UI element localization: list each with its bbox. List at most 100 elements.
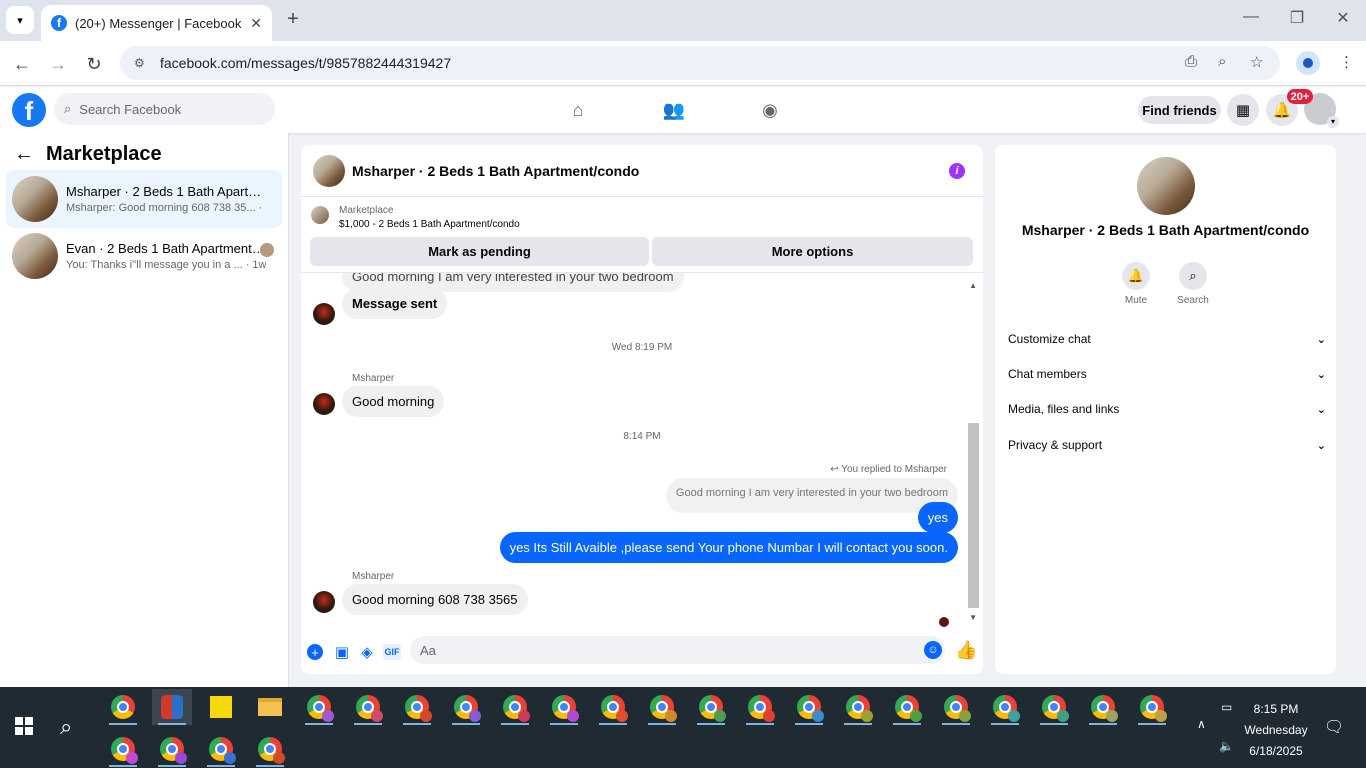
taskbar-chrome-profile-icon[interactable] — [936, 689, 976, 725]
sender-name: Msharper — [352, 571, 395, 582]
conversation-item[interactable]: Evan · 2 Beds 1 Bath Apartment/... You: … — [6, 227, 282, 285]
marketplace-label: Marketplace — [339, 205, 394, 216]
taskbar-chrome-profile-icon[interactable] — [152, 731, 192, 767]
taskbar-clock[interactable]: 8:15 PM Wednesday 6/18/2025 — [1236, 699, 1316, 762]
taskbar-file-explorer-icon[interactable] — [250, 689, 290, 725]
scroll-up-arrow-icon[interactable]: ▲ — [969, 281, 977, 290]
taskbar-chrome-profile-icon[interactable] — [299, 689, 339, 725]
sender-name: Msharper — [352, 373, 395, 384]
quoted-message[interactable]: Good morning I am very interested in you… — [665, 478, 958, 513]
message-thread: Good morning I am very interested in you… — [301, 273, 983, 629]
close-window-icon[interactable]: ✕ — [1320, 8, 1366, 28]
timestamp: 8:14 PM — [623, 431, 661, 442]
back-icon[interactable]: ← — [9, 51, 35, 77]
message-input[interactable]: Aa — [410, 636, 945, 664]
taskbar-chrome-profile-icon[interactable] — [740, 689, 780, 725]
taskbar-chrome-profile-icon[interactable] — [1034, 689, 1074, 725]
new-tab-icon[interactable]: + — [282, 8, 304, 30]
section-label: Media, files and links — [1008, 402, 1120, 416]
taskbar-chrome-profile-icon[interactable] — [789, 689, 829, 725]
listing-thumbnail — [12, 233, 58, 279]
address-bar[interactable]: ⚙ facebook.com/messages/t/98578824443194… — [120, 46, 1280, 80]
scrollbar-thumb[interactable] — [968, 423, 979, 608]
taskbar-chrome-profile-icon[interactable] — [544, 689, 584, 725]
home-icon[interactable]: ⌂ — [566, 98, 590, 122]
install-app-icon[interactable]: ⎙ — [1185, 53, 1197, 70]
taskbar-sticky-notes-icon[interactable] — [201, 689, 241, 725]
back-arrow-icon[interactable]: ← — [14, 143, 34, 166]
friends-icon[interactable]: 👥 — [662, 98, 686, 122]
taskbar-chrome-profile-icon[interactable] — [250, 731, 290, 767]
windows-taskbar: ⌕ ∧ ▭ 🔈 8:15 PM Wednesday 6/18/2025 🗨 — [0, 687, 1366, 768]
taskbar-chrome-profile-icon[interactable] — [985, 689, 1025, 725]
add-plus-icon[interactable]: + — [307, 644, 323, 660]
network-icon[interactable]: ▭ — [1221, 700, 1232, 714]
tab-search-chevron-icon[interactable]: ▾ — [6, 6, 34, 34]
restore-icon[interactable]: ❐ — [1274, 8, 1320, 28]
taskbar-chrome-profile-icon[interactable] — [593, 689, 633, 725]
browser-profile-icon[interactable] — [1296, 51, 1320, 75]
taskbar-chrome-profile-icon[interactable] — [495, 689, 535, 725]
search-conversation-button[interactable]: ⌕ Search — [1173, 262, 1213, 306]
search-icon: ⌕ — [1179, 262, 1207, 290]
sticker-icon[interactable]: ◈ — [359, 644, 375, 661]
groups-icon[interactable]: ◉ — [758, 98, 782, 122]
listing-photo[interactable] — [1137, 157, 1195, 215]
taskbar-chrome-profile-icon[interactable] — [348, 689, 388, 725]
menu-grid-icon[interactable]: ▦ — [1227, 94, 1259, 126]
minimize-icon[interactable]: — — [1228, 8, 1274, 26]
taskbar-chrome-profile-icon[interactable] — [691, 689, 731, 725]
listing-price-title[interactable]: $1,000 - 2 Beds 1 Bath Apartment/condo — [339, 219, 520, 230]
conversation-item[interactable]: Msharper · 2 Beds 1 Bath Apartme... Msha… — [6, 170, 282, 228]
scroll-down-arrow-icon[interactable]: ▼ — [969, 613, 977, 622]
taskbar-chrome-profile-icon[interactable] — [397, 689, 437, 725]
taskbar-chrome-profile-icon[interactable] — [838, 689, 878, 725]
taskbar-chrome-profile-icon[interactable] — [887, 689, 927, 725]
taskbar-chrome-icon[interactable] — [103, 689, 143, 725]
taskbar-chrome-profile-icon[interactable] — [446, 689, 486, 725]
details-title: Msharper · 2 Beds 1 Bath Apartment/condo — [1021, 222, 1310, 238]
notification-center-icon[interactable]: 🗨 — [1324, 717, 1344, 737]
taskbar-snipping-tool-icon[interactable] — [152, 689, 192, 725]
conversation-snippet: Msharper: Good morning 608 738 35... · 1… — [66, 202, 266, 214]
mute-button[interactable]: 🔔 Mute — [1116, 262, 1156, 306]
reply-indicator: ↩ You replied to Msharper — [830, 464, 947, 475]
taskbar-chrome-profile-icon[interactable] — [642, 689, 682, 725]
more-options-button[interactable]: More options — [652, 237, 973, 266]
chat-title[interactable]: Msharper · 2 Beds 1 Bath Apartment/condo — [352, 163, 639, 179]
browser-menu-icon[interactable]: ⋮ — [1339, 53, 1354, 71]
taskbar-chrome-profile-icon[interactable] — [1083, 689, 1123, 725]
facebook-logo-icon[interactable]: f — [12, 93, 46, 127]
facebook-search-input[interactable]: ⌕ Search Facebook — [54, 93, 275, 125]
emoji-icon[interactable]: ☺ — [924, 641, 942, 659]
windows-start-icon[interactable] — [15, 717, 33, 735]
taskbar-chrome-profile-icon[interactable] — [103, 731, 143, 767]
zoom-icon[interactable]: ⌕ — [1218, 53, 1226, 70]
chat-thumbnail[interactable] — [313, 154, 345, 187]
conversation-info-icon[interactable]: i — [949, 163, 965, 179]
forward-icon[interactable]: → — [45, 51, 71, 77]
thumbs-up-like-icon[interactable]: 👍 — [955, 640, 977, 661]
reply-label: You replied to Msharper — [841, 464, 947, 475]
find-friends-button[interactable]: Find friends — [1138, 96, 1221, 124]
section-customize-chat[interactable]: Customize chat ⌄ — [1008, 332, 1326, 346]
close-tab-icon[interactable]: ✕ — [250, 15, 262, 32]
gif-icon[interactable]: GIF — [383, 644, 401, 660]
taskbar-search-icon[interactable]: ⌕ — [60, 714, 72, 740]
volume-icon[interactable]: 🔈 — [1219, 739, 1234, 753]
section-privacy-support[interactable]: Privacy & support ⌄ — [1008, 438, 1326, 452]
section-chat-members[interactable]: Chat members ⌄ — [1008, 367, 1326, 381]
show-hidden-icons-chevron-icon[interactable]: ∧ — [1197, 717, 1206, 731]
section-label: Privacy & support — [1008, 438, 1103, 452]
bookmark-star-icon[interactable]: ☆ — [1250, 53, 1263, 71]
conversation-name: Evan · 2 Beds 1 Bath Apartment/... — [66, 241, 266, 256]
taskbar-chrome-profile-icon[interactable] — [201, 731, 241, 767]
photo-attach-icon[interactable]: ▣ — [334, 644, 350, 661]
taskbar-chrome-profile-icon[interactable] — [1132, 689, 1172, 725]
section-media-files-links[interactable]: Media, files and links ⌄ — [1008, 402, 1326, 416]
browser-tab[interactable]: f (20+) Messenger | Facebook ✕ — [41, 5, 272, 41]
reload-icon[interactable]: ↻ — [81, 51, 107, 77]
composer-placeholder: Aa — [420, 642, 436, 658]
mark-as-pending-button[interactable]: Mark as pending — [310, 237, 649, 266]
site-settings-icon[interactable]: ⚙ — [134, 56, 150, 70]
